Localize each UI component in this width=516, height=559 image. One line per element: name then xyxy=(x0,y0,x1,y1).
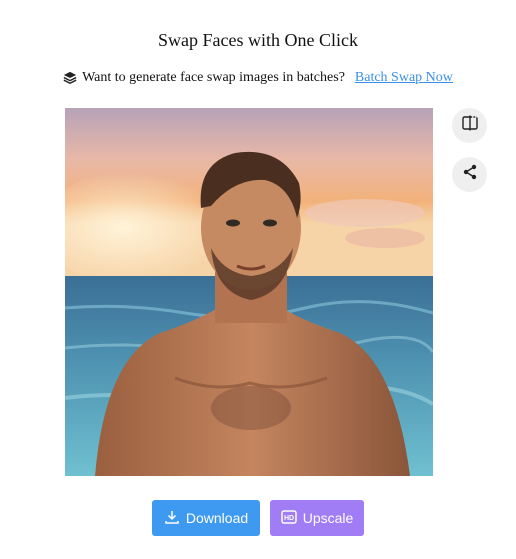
page-title: Swap Faces with One Click xyxy=(158,30,358,50)
batch-promo-text: Want to generate face swap images in bat… xyxy=(82,70,345,85)
svg-text:HD: HD xyxy=(284,515,294,522)
share-icon xyxy=(461,163,479,186)
share-button[interactable] xyxy=(452,157,487,192)
download-label: Download xyxy=(185,510,249,526)
upscale-button[interactable]: HD Upscale xyxy=(270,500,364,536)
result-actions: Download HD Upscale xyxy=(0,500,516,536)
upscale-label: Upscale xyxy=(302,510,354,526)
compare-button[interactable] xyxy=(452,108,487,143)
batch-promo: Want to generate face swap images in bat… xyxy=(0,70,516,86)
download-icon xyxy=(164,509,180,528)
result-image xyxy=(65,108,433,476)
batch-swap-link[interactable]: Batch Swap Now xyxy=(355,70,453,86)
download-button[interactable]: Download xyxy=(152,500,260,536)
compare-icon xyxy=(461,114,479,137)
layers-icon xyxy=(63,71,77,85)
hd-icon: HD xyxy=(280,509,297,528)
